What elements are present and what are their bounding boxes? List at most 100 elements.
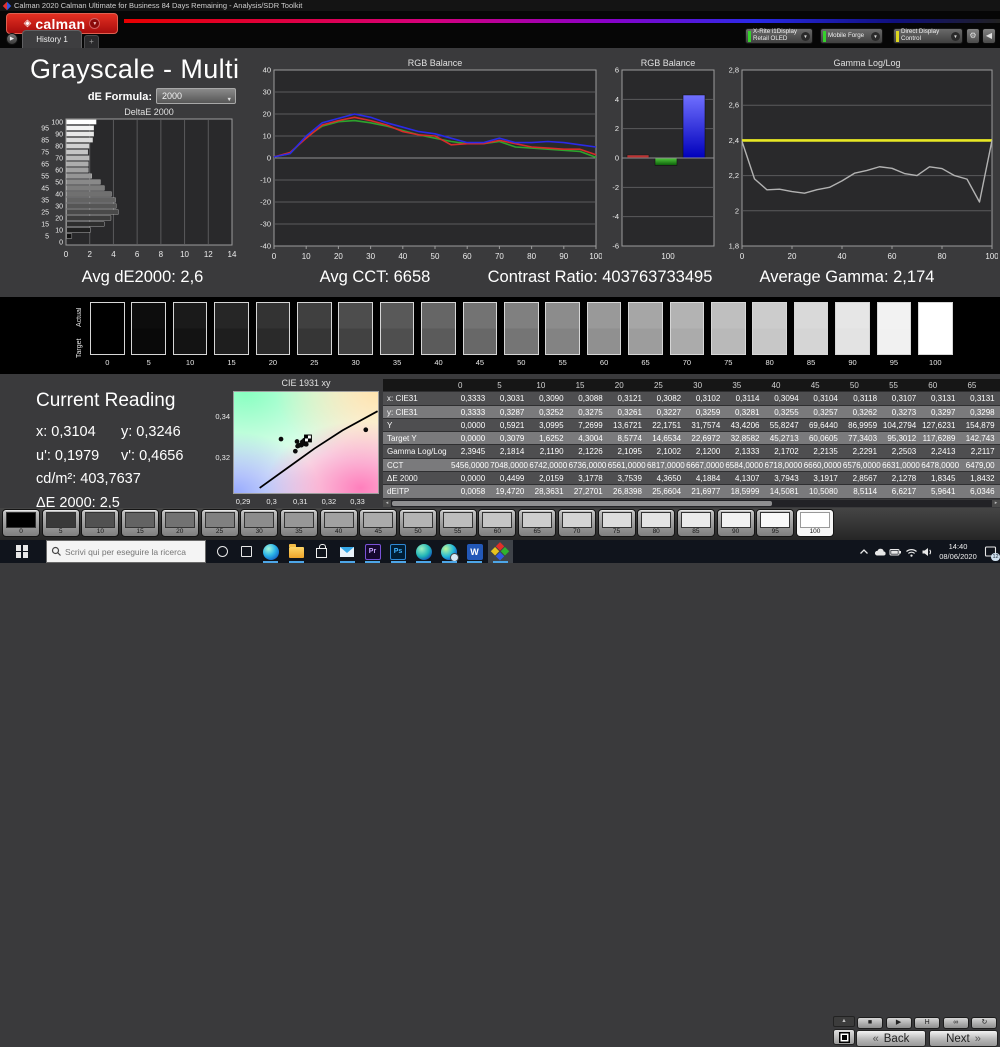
pattern-level-80-button[interactable]: 80 bbox=[637, 509, 676, 537]
cortana-button[interactable] bbox=[210, 540, 234, 563]
pattern-level-15-button[interactable]: 15 bbox=[121, 509, 160, 537]
taskbar-app-file-explorer[interactable] bbox=[284, 540, 309, 563]
pattern-level-45-button[interactable]: 45 bbox=[359, 509, 398, 537]
settings-button[interactable]: ⚙ bbox=[966, 28, 980, 44]
taskbar-app-store[interactable] bbox=[309, 540, 334, 563]
premiere-icon: Pr bbox=[364, 543, 381, 560]
pattern-level-0-button[interactable]: 0 bbox=[2, 509, 40, 537]
ramp-level-label: 10 bbox=[185, 358, 195, 367]
pattern-level-50-button[interactable]: 50 bbox=[399, 509, 437, 537]
taskbar-app-edge[interactable] bbox=[258, 540, 283, 563]
table-cell: 0,3333 bbox=[460, 407, 486, 417]
cortana-icon bbox=[216, 546, 228, 557]
svg-text:DeltaE 2000: DeltaE 2000 bbox=[124, 107, 174, 117]
pattern-level-85-button[interactable]: 85 bbox=[676, 509, 715, 537]
meter-button-2[interactable]: Mobile Forge ▼ bbox=[820, 28, 883, 44]
file-explorer-icon bbox=[288, 544, 304, 558]
table-cell: 3,1917 bbox=[813, 474, 838, 484]
svg-text:60: 60 bbox=[463, 252, 472, 261]
pattern-level-label: 65 bbox=[533, 528, 541, 535]
column-header: 30 bbox=[693, 381, 703, 390]
table-cell: 26,8398 bbox=[613, 487, 642, 497]
volume-icon[interactable] bbox=[920, 540, 935, 563]
pattern-level-5-button[interactable]: 5 bbox=[41, 509, 80, 537]
pattern-level-100-button[interactable]: 100 bbox=[796, 509, 834, 537]
pattern-level-65-button[interactable]: 65 bbox=[518, 509, 557, 537]
chevron-down-icon: ▼ bbox=[89, 18, 101, 29]
pattern-level-25-button[interactable]: 25 bbox=[200, 509, 239, 537]
network-icon[interactable] bbox=[904, 540, 919, 563]
pattern-level-30-button[interactable]: 30 bbox=[240, 509, 279, 537]
pattern-swatch bbox=[800, 512, 830, 528]
svg-text:25: 25 bbox=[41, 210, 49, 217]
task-view-button[interactable] bbox=[234, 540, 258, 563]
taskbar-app-mail[interactable] bbox=[335, 540, 360, 563]
taskbar-app-premiere[interactable]: Pr bbox=[360, 540, 385, 563]
svg-text:80: 80 bbox=[527, 252, 536, 261]
battery-icon[interactable] bbox=[888, 540, 903, 563]
tab-history-1[interactable]: History 1 bbox=[22, 30, 82, 48]
svg-text:4: 4 bbox=[615, 95, 619, 104]
loop-button[interactable]: ∞ bbox=[942, 1017, 969, 1029]
taskbar-search[interactable] bbox=[46, 540, 206, 563]
calman-icon bbox=[490, 541, 510, 562]
play-button[interactable]: ▶ bbox=[885, 1017, 912, 1029]
table-cell: 4,3650 bbox=[656, 474, 682, 484]
pattern-level-75-button[interactable]: 75 bbox=[597, 509, 636, 537]
pattern-collapse-button[interactable]: ▲ bbox=[833, 1016, 855, 1027]
pattern-level-10-button[interactable]: 10 bbox=[81, 509, 120, 537]
de-formula-select[interactable]: 2000 ▼ bbox=[156, 88, 236, 104]
gray-swatch-85 bbox=[793, 302, 829, 355]
table-cell: 4,3004 bbox=[578, 434, 603, 444]
pattern-level-label: 0 bbox=[19, 528, 23, 535]
pattern-level-60-button[interactable]: 60 bbox=[478, 509, 517, 537]
pattern-level-95-button[interactable]: 95 bbox=[756, 509, 795, 537]
taskbar-app-edge-beta[interactable] bbox=[437, 540, 462, 563]
pattern-level-20-button[interactable]: 20 bbox=[160, 509, 199, 537]
window-title: Calman 2020 Calman Ultimate for Business… bbox=[14, 1, 303, 10]
pattern-level-70-button[interactable]: 70 bbox=[557, 509, 596, 537]
column-header: 40 bbox=[771, 381, 781, 390]
taskbar-app-word[interactable]: W bbox=[462, 540, 487, 563]
scroll-right-arrow[interactable]: ▸ bbox=[992, 500, 1000, 507]
pattern-level-label: 80 bbox=[652, 528, 660, 535]
add-tab-button[interactable]: + bbox=[84, 35, 99, 48]
svg-text:20: 20 bbox=[334, 252, 343, 261]
edge-icon bbox=[262, 543, 279, 560]
svg-text:100: 100 bbox=[661, 252, 675, 261]
hold-button[interactable]: H bbox=[914, 1017, 941, 1029]
onedrive-icon[interactable] bbox=[872, 540, 887, 563]
stop-button[interactable]: ■ bbox=[857, 1017, 883, 1029]
search-input[interactable] bbox=[65, 546, 195, 557]
pattern-swatch bbox=[85, 512, 116, 528]
meter-button-3[interactable]: Direct Display Control ▼ bbox=[893, 28, 963, 44]
pattern-level-35-button[interactable]: 35 bbox=[279, 509, 318, 537]
pattern-swatch bbox=[164, 512, 195, 528]
start-button[interactable] bbox=[0, 540, 44, 563]
next-button[interactable]: Next » bbox=[929, 1030, 998, 1047]
back-button[interactable]: « Back bbox=[856, 1030, 926, 1047]
action-center-button[interactable]: 12 bbox=[982, 540, 1000, 563]
taskbar-app-photoshop[interactable]: Ps bbox=[386, 540, 411, 563]
pattern-level-55-button[interactable]: 55 bbox=[438, 509, 477, 537]
taskbar-app-calman[interactable] bbox=[487, 540, 513, 563]
pattern-level-90-button[interactable]: 90 bbox=[716, 509, 755, 537]
table-cell: 154,879 bbox=[965, 420, 995, 430]
scrollbar-thumb[interactable] bbox=[392, 501, 772, 506]
tab-scroll-button[interactable]: ▶ bbox=[6, 33, 18, 45]
pattern-level-label: 75 bbox=[612, 528, 621, 535]
pattern-level-40-button[interactable]: 40 bbox=[319, 509, 358, 537]
taskbar-app-edge-dev[interactable] bbox=[411, 540, 436, 563]
gray-swatch-80 bbox=[752, 302, 787, 355]
table-row: Target Y 0,0000 0,3079 1,6252 4,3004 8,5774 14… bbox=[383, 432, 1000, 446]
pattern-window-button[interactable] bbox=[833, 1029, 855, 1045]
table-horizontal-scrollbar[interactable]: ◂ ▸ bbox=[383, 500, 1000, 507]
table-cell: 43,4206 bbox=[730, 420, 760, 430]
de-formula-value: 2000 bbox=[162, 91, 183, 101]
taskbar-clock[interactable]: 14:40 08/06/2020 bbox=[936, 542, 980, 561]
meter-button-1[interactable]: X-Rite i1Display Retail OLED ▼ bbox=[745, 28, 813, 44]
scroll-left-arrow[interactable]: ◂ bbox=[383, 500, 391, 507]
collapse-panel-button[interactable]: ◀ bbox=[982, 28, 996, 44]
hidden-icons-icon[interactable] bbox=[856, 540, 871, 563]
refresh-button[interactable]: ↻ bbox=[971, 1017, 998, 1029]
